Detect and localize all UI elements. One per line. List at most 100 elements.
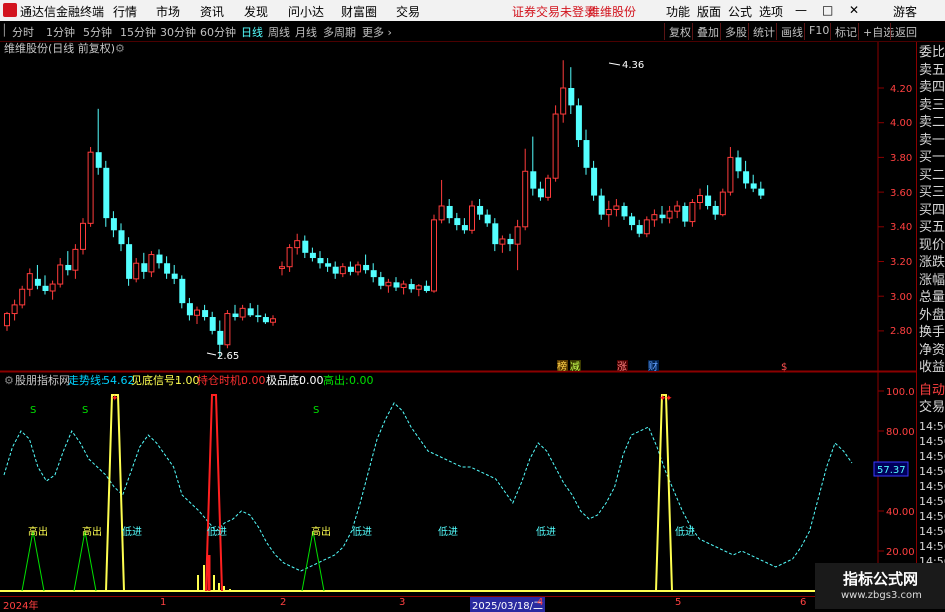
tab-period-60min[interactable]: 60分钟 xyxy=(200,24,236,40)
f10-button[interactable]: F10 xyxy=(804,23,833,40)
trade-time: 14:56 xyxy=(919,450,945,463)
candlestick xyxy=(659,205,666,224)
tab-period-1min[interactable]: 1分钟 xyxy=(46,24,75,40)
indicator-trend-value: 54.62 xyxy=(103,374,135,387)
guest-label[interactable]: 游客 xyxy=(893,3,917,20)
menu-function[interactable]: 功能 xyxy=(666,3,690,20)
menu-trade[interactable]: 交易 xyxy=(396,3,420,20)
indicator-collapse-icon[interactable]: ⚙ xyxy=(4,374,14,387)
tab-period-monthly[interactable]: 月线 xyxy=(295,24,317,40)
candlestick xyxy=(156,249,163,269)
menu-market[interactable]: 市场 xyxy=(156,3,180,20)
candlestick xyxy=(537,181,544,201)
price-tick: 3.60 xyxy=(890,188,912,199)
high-out-annotation: 高出 xyxy=(82,525,102,538)
candlestick xyxy=(591,160,598,201)
candlestick xyxy=(286,244,293,272)
event-marker-bang[interactable]: 榜 xyxy=(557,360,567,373)
watermark: 指标公式网 www.zbgs3.com xyxy=(815,563,945,609)
overlay-button[interactable]: 叠加 xyxy=(692,23,723,40)
candlestick xyxy=(530,136,537,196)
quote-field-label: 买二 xyxy=(919,167,945,183)
menu-options[interactable]: 选项 xyxy=(759,3,783,20)
candlestick xyxy=(186,297,193,321)
low-in-annotation: 低进 xyxy=(438,525,458,538)
candlestick xyxy=(575,98,582,147)
candlestick xyxy=(141,252,148,279)
candlestick xyxy=(393,277,400,291)
quote-field-label: 买三 xyxy=(919,185,945,200)
maximize-button[interactable]: □ xyxy=(822,3,833,17)
tab-period-multi[interactable]: 多周期 xyxy=(323,24,356,40)
candlestick xyxy=(65,251,72,276)
draw-line-button[interactable]: 画线 xyxy=(776,23,807,40)
mark-button[interactable]: 标记 xyxy=(830,23,861,40)
tab-period-5min[interactable]: 5分钟 xyxy=(83,24,112,40)
date-label: 2024年 xyxy=(3,601,39,612)
candlestick xyxy=(209,311,216,335)
trade-label[interactable]: 交易 xyxy=(919,401,945,415)
bottom-signal-spike xyxy=(655,394,673,592)
date-label: 5 xyxy=(675,597,682,608)
menu-layout[interactable]: 版面 xyxy=(697,3,721,20)
candlestick xyxy=(743,160,750,189)
candlestick xyxy=(750,174,757,193)
event-marker-reduce[interactable]: 减 xyxy=(570,361,580,373)
candlestick xyxy=(80,218,86,255)
candlestick xyxy=(87,146,94,227)
candlestick xyxy=(712,200,719,220)
signal-top-marker: ✦ xyxy=(111,394,119,404)
menu-market-quotes[interactable]: 行情 xyxy=(113,3,137,20)
menu-news[interactable]: 资讯 xyxy=(200,3,224,20)
event-marker-rise[interactable]: 涨 xyxy=(617,361,627,373)
candlestick xyxy=(423,280,430,293)
candlestick xyxy=(613,199,620,217)
candlestick xyxy=(255,304,262,323)
adjust-button[interactable]: 复权 xyxy=(664,23,695,40)
candlestick xyxy=(689,199,696,227)
trade-login-warning[interactable]: 证券交易未登录 xyxy=(512,3,596,20)
candlestick xyxy=(133,258,140,283)
period-toolbar: ▏ 分时 1分钟 5分钟 15分钟 30分钟 60分钟 日线 周线 月线 多周期… xyxy=(0,21,945,42)
tab-period-weekly[interactable]: 周线 xyxy=(268,24,290,40)
menu-discover[interactable]: 发现 xyxy=(244,3,268,20)
back-button[interactable]: 返回 xyxy=(890,23,921,40)
quote-field-label: 卖四 xyxy=(919,80,945,95)
tab-period-more[interactable]: 更多 › xyxy=(362,24,392,40)
multi-stock-button[interactable]: 多股 xyxy=(720,23,751,40)
trade-time: 14:56 xyxy=(919,525,945,538)
candlestick xyxy=(621,202,628,220)
tab-period-intraday[interactable]: 分时 xyxy=(12,24,34,40)
candlestick xyxy=(568,67,575,115)
candlestick xyxy=(279,261,285,276)
quote-field-label: 总量 xyxy=(919,290,945,305)
tab-period-15min[interactable]: 15分钟 xyxy=(120,24,156,40)
stats-button[interactable]: 统计 xyxy=(748,23,779,40)
minimize-button[interactable]: — xyxy=(795,3,807,17)
event-marker-finance[interactable]: 财 xyxy=(648,360,658,373)
candlestick xyxy=(469,200,475,234)
quote-field-label: 外盘 xyxy=(919,307,945,323)
candlestick xyxy=(355,261,361,276)
candlestick xyxy=(583,129,590,175)
signal-top-marker: ✦ xyxy=(659,394,667,404)
menu-ask-xiaoda[interactable]: 问小达 xyxy=(288,3,324,20)
date-axis: 2024年 1 2 3 2025/03/18/二 4 5 6 xyxy=(0,596,945,612)
candlestick xyxy=(484,209,491,227)
price-tick: 3.00 xyxy=(890,292,912,303)
candlestick xyxy=(605,200,612,227)
trade-time: 14:56 xyxy=(919,420,945,433)
candlestick xyxy=(545,174,551,201)
event-marker-dividend[interactable]: $ xyxy=(781,362,787,373)
indicator-tick: 20.00 xyxy=(886,547,915,558)
tab-period-daily[interactable]: 日线 xyxy=(241,24,263,40)
candlestick xyxy=(682,202,689,227)
chart-settings-icon[interactable]: ⚙ xyxy=(115,42,125,55)
menu-wealth-circle[interactable]: 财富圈 xyxy=(341,3,377,20)
menu-formula[interactable]: 公式 xyxy=(728,3,752,20)
tab-period-30min[interactable]: 30分钟 xyxy=(160,24,196,40)
indicator-high-out-label: 高出: xyxy=(323,373,349,387)
close-button[interactable]: ✕ xyxy=(849,3,859,17)
candlestick xyxy=(164,256,171,279)
auto-trade-toggle[interactable]: 自动 xyxy=(919,384,945,398)
